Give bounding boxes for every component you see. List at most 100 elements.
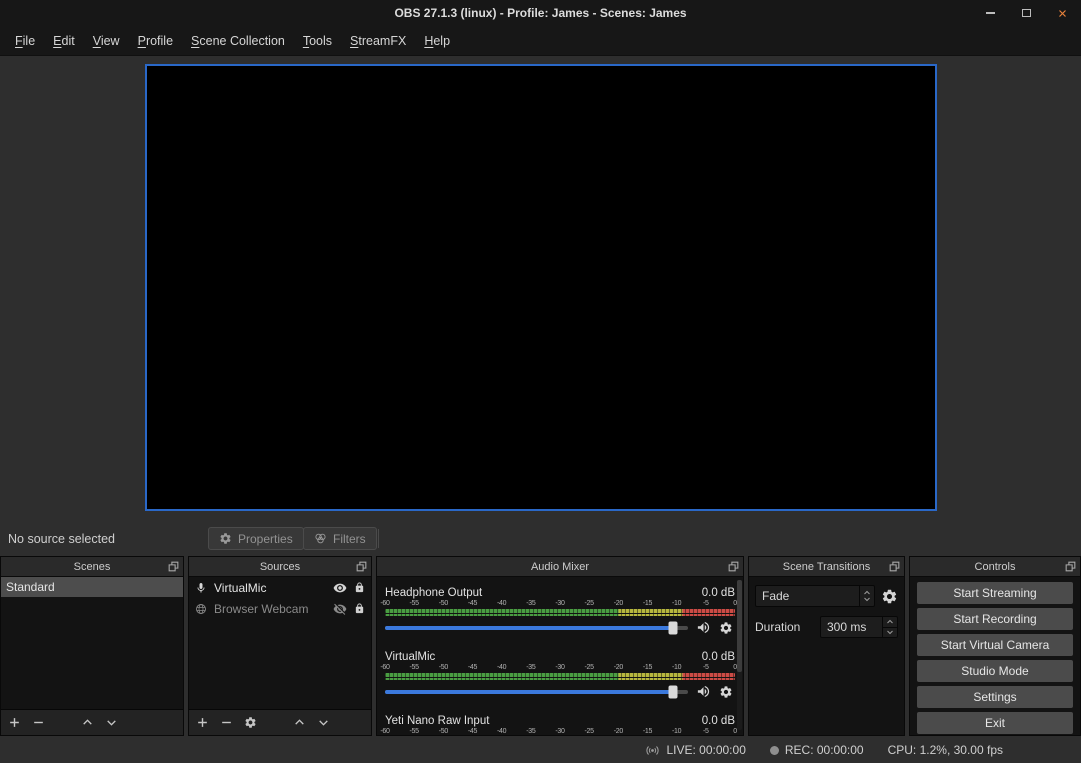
speaker-mute-icon[interactable] — [696, 684, 711, 699]
popout-icon[interactable] — [727, 560, 740, 573]
visibility-eye-off-icon[interactable] — [333, 602, 347, 616]
cpu-status: CPU: 1.2%, 30.00 fps — [888, 743, 1003, 757]
source-name: VirtualMic — [214, 581, 326, 595]
controls-dock-title: Controls — [975, 561, 1016, 573]
volume-slider[interactable] — [385, 690, 688, 694]
start-virtual-camera-button[interactable]: Start Virtual Camera — [917, 634, 1073, 656]
transition-gear-icon[interactable] — [881, 588, 898, 605]
record-dot-icon — [770, 746, 779, 755]
start-streaming-button[interactable]: Start Streaming — [917, 582, 1073, 604]
visibility-eye-icon[interactable] — [333, 581, 347, 595]
settings-button[interactable]: Settings — [917, 686, 1073, 708]
source-item-browser-webcam[interactable]: Browser Webcam — [189, 598, 371, 619]
remove-source-button[interactable] — [220, 716, 233, 729]
properties-button[interactable]: Properties — [208, 527, 304, 550]
audio-mixer-dock-header: Audio Mixer — [377, 557, 743, 577]
mixer-scrollbar[interactable] — [737, 580, 742, 730]
mixer-gear-icon[interactable] — [719, 621, 733, 635]
audio-mixer-body: Headphone Output0.0 dB-60-55-50-45-40-35… — [377, 577, 743, 735]
main-area — [0, 56, 1081, 524]
broadcast-icon — [645, 743, 660, 758]
menu-item-scene-collection[interactable]: Scene Collection — [182, 29, 294, 53]
popout-icon[interactable] — [167, 560, 180, 573]
sources-toolbar — [189, 709, 371, 735]
duration-decrease-button[interactable] — [883, 627, 897, 638]
preview-canvas[interactable] — [145, 64, 937, 511]
filters-icon — [314, 532, 327, 545]
popout-icon[interactable] — [1064, 560, 1077, 573]
volume-slider[interactable] — [385, 626, 688, 630]
scenes-dock: Scenes Standard — [0, 556, 184, 736]
filters-button[interactable]: Filters — [303, 527, 377, 550]
remove-scene-button[interactable] — [32, 716, 45, 729]
mixer-channel-name: Headphone Output — [385, 587, 482, 599]
lock-icon[interactable] — [354, 582, 365, 593]
volume-meter — [385, 673, 735, 677]
mixer-channel-virtualmic: VirtualMic0.0 dB-60-55-50-45-40-35-30-25… — [385, 649, 735, 699]
duration-increase-button[interactable] — [883, 617, 897, 627]
move-source-down-button[interactable] — [317, 716, 330, 729]
scrollbar-thumb[interactable] — [737, 580, 742, 672]
menu-item-profile[interactable]: Profile — [129, 29, 182, 53]
filters-button-label: Filters — [333, 532, 366, 546]
move-source-up-button[interactable] — [293, 716, 306, 729]
mixer-channel-db: 0.0 dB — [702, 715, 735, 727]
close-button[interactable] — [1055, 6, 1069, 20]
menu-item-streamfx[interactable]: StreamFX — [341, 29, 415, 53]
volume-meter — [385, 678, 735, 680]
popout-icon[interactable] — [888, 560, 901, 573]
minimize-button[interactable] — [983, 6, 997, 20]
studio-mode-button[interactable]: Studio Mode — [917, 660, 1073, 682]
cpu-fps-text: CPU: 1.2%, 30.00 fps — [888, 743, 1003, 757]
close-icon — [1057, 8, 1068, 19]
move-scene-down-button[interactable] — [105, 716, 118, 729]
lock-icon[interactable] — [354, 603, 365, 614]
menu-item-edit[interactable]: Edit — [44, 29, 84, 53]
duration-spinbox[interactable]: 300 ms — [820, 616, 898, 638]
exit-button[interactable]: Exit — [917, 712, 1073, 734]
mixer-channel-db: 0.0 dB — [702, 651, 735, 663]
scene-transitions-body: Fade Duration 300 ms — [749, 577, 904, 646]
combo-spinner[interactable] — [859, 586, 874, 606]
mixer-channel-db: 0.0 dB — [702, 587, 735, 599]
sources-dock: Sources VirtualMic Browser Webcam — [188, 556, 372, 736]
live-time: LIVE: 00:00:00 — [666, 743, 745, 757]
transition-selected-value: Fade — [756, 586, 859, 606]
menu-item-file[interactable]: File — [6, 29, 44, 53]
chevron-up-icon — [863, 590, 871, 595]
controls-button-list: Start Streaming Start Recording Start Virt… — [910, 577, 1080, 739]
controls-dock-header: Controls — [910, 557, 1080, 577]
live-status: LIVE: 00:00:00 — [645, 743, 745, 758]
source-item-virtualmic[interactable]: VirtualMic — [189, 577, 371, 598]
speaker-mute-icon[interactable] — [696, 620, 711, 635]
globe-icon — [195, 603, 207, 615]
scene-item-standard[interactable]: Standard — [1, 577, 183, 597]
transition-select[interactable]: Fade — [755, 585, 875, 607]
menu-item-tools[interactable]: Tools — [294, 29, 341, 53]
toolbar-separator — [378, 529, 379, 548]
rec-time: REC: 00:00:00 — [785, 743, 864, 757]
chevron-down-icon — [886, 630, 894, 635]
menu-item-view[interactable]: View — [84, 29, 129, 53]
chevron-down-icon — [863, 597, 871, 602]
scenes-toolbar — [1, 709, 183, 735]
source-properties-gear-icon[interactable] — [244, 716, 257, 729]
popout-icon[interactable] — [355, 560, 368, 573]
microphone-icon — [195, 582, 207, 594]
maximize-button[interactable] — [1019, 6, 1033, 20]
duration-label: Duration — [755, 620, 800, 634]
title-bar: OBS 27.1.3 (linux) - Profile: James - Sc… — [0, 0, 1081, 26]
chevron-up-icon — [886, 619, 894, 624]
start-recording-button[interactable]: Start Recording — [917, 608, 1073, 630]
mixer-gear-icon[interactable] — [719, 685, 733, 699]
volume-slider-handle[interactable] — [668, 621, 677, 634]
mixer-channel-name: Yeti Nano Raw Input — [385, 715, 489, 727]
mixer-db-scale: -60-55-50-45-40-35-30-25-20-15-10-50 — [385, 728, 735, 735]
add-source-button[interactable] — [196, 716, 209, 729]
move-scene-up-button[interactable] — [81, 716, 94, 729]
add-scene-button[interactable] — [8, 716, 21, 729]
menu-item-help[interactable]: Help — [415, 29, 459, 53]
volume-slider-handle[interactable] — [668, 685, 677, 698]
rec-status: REC: 00:00:00 — [770, 743, 864, 757]
scenes-list: Standard — [1, 577, 183, 597]
